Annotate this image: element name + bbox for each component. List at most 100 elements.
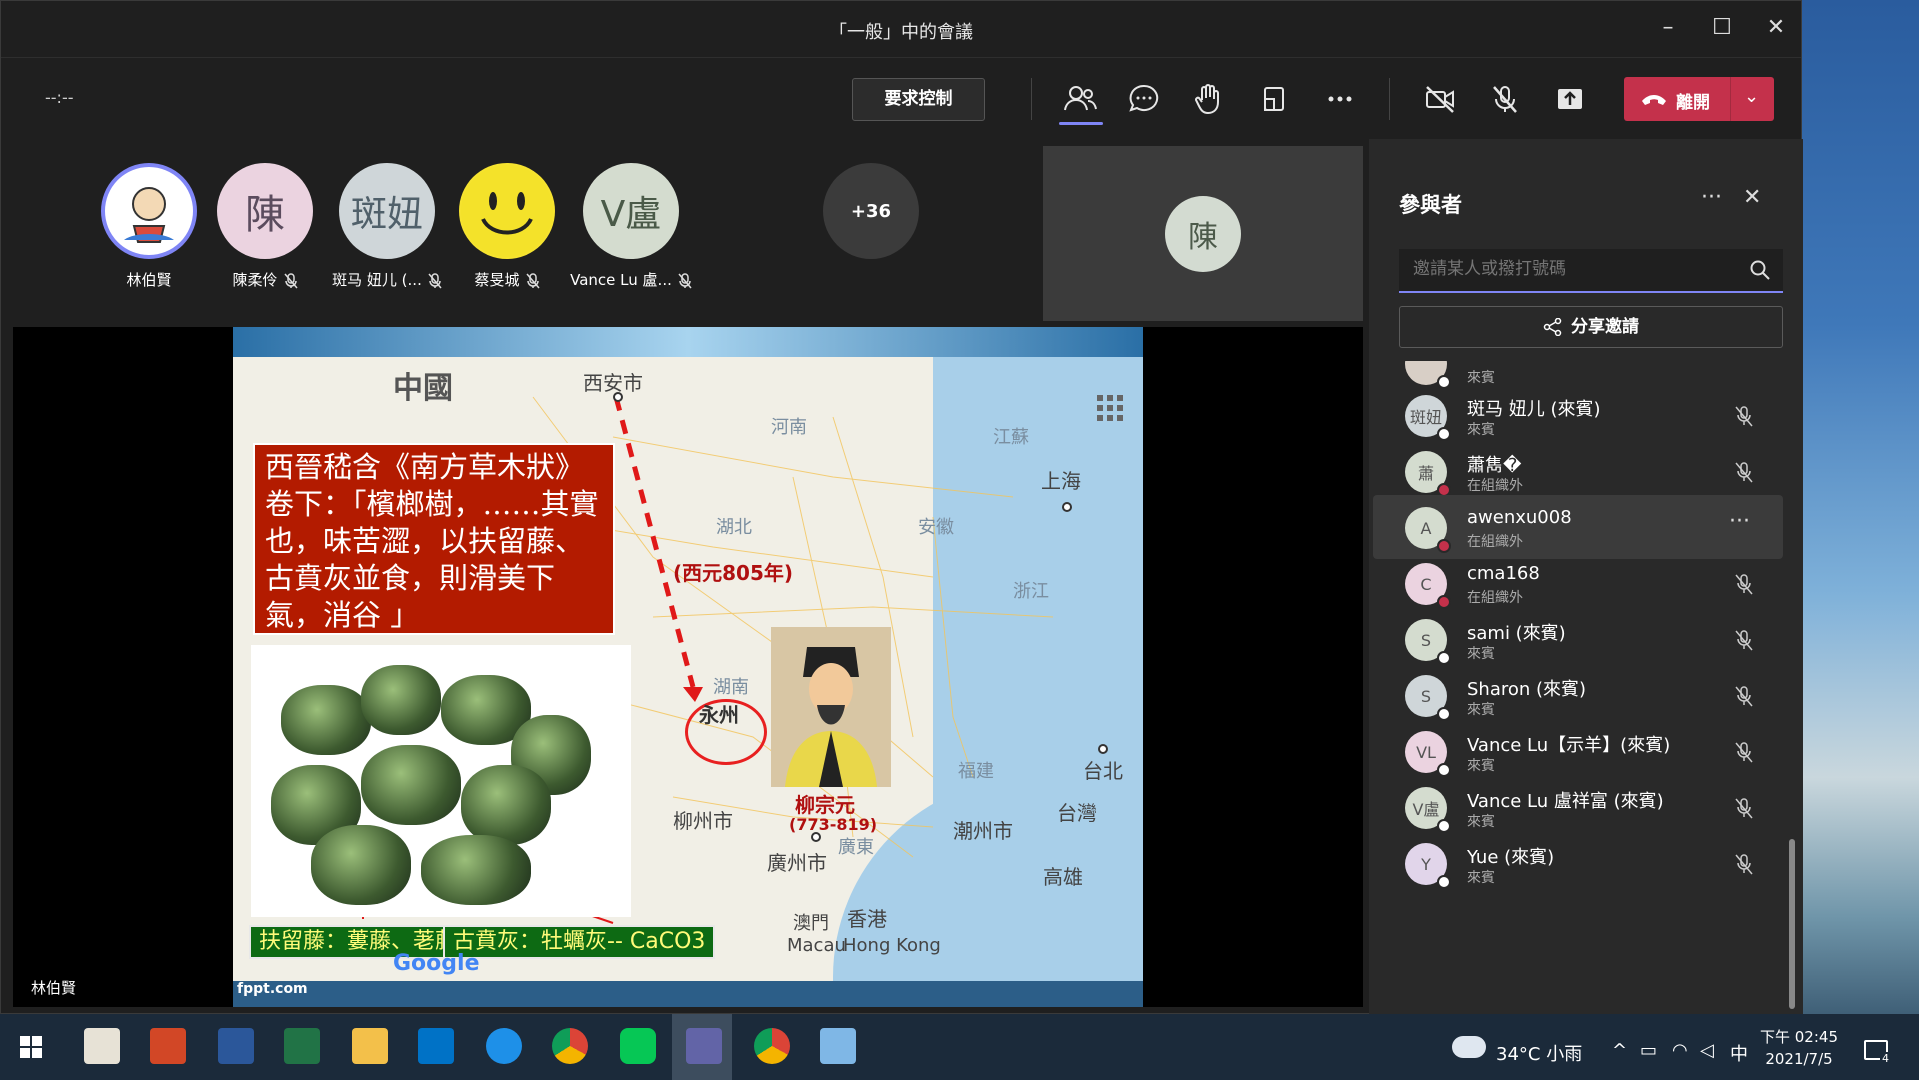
share-screen-icon[interactable]	[1551, 80, 1589, 118]
request-control-button[interactable]: 要求控制	[852, 78, 985, 121]
chevron-up-icon[interactable]: ^	[1612, 1040, 1627, 1061]
map-label: Hong Kong	[843, 935, 941, 956]
share-invite-button[interactable]: 分享邀請	[1399, 306, 1783, 348]
chrome-icon[interactable]	[552, 1028, 588, 1064]
list-item[interactable]: 斑妞 斑马 妞儿 (來賓) 來賓	[1373, 383, 1783, 447]
weather-icon	[1452, 1036, 1486, 1058]
map-label: 河南	[771, 417, 807, 438]
chevron-down-icon[interactable]: ⌄	[1744, 86, 1759, 107]
map-label: 浙江	[1013, 581, 1049, 602]
participant-role: 在組織外	[1467, 590, 1523, 606]
map-label: 江蘇	[993, 427, 1029, 448]
avatar	[101, 163, 197, 259]
volume-icon[interactable]: ◁	[1700, 1040, 1714, 1061]
map-image: 中國 西安市 河南 江蘇 上海 湖北 安徽 浙江 (西元805年) 湖南 永州 …	[233, 357, 1143, 981]
more-options-icon[interactable]: ···	[1729, 509, 1750, 534]
participant-strip: 林伯賢 陳 陳柔伶 斑妞 斑马 妞儿 (... 蔡旻城 V盧 Vance Lu …	[1, 139, 1041, 327]
participants-active-indicator	[1059, 122, 1103, 125]
presenter-name: 林伯賢	[31, 979, 77, 997]
mic-off-icon	[1735, 798, 1753, 819]
participant-name: cma168	[1467, 563, 1540, 584]
app-icon-tool[interactable]	[84, 1028, 120, 1064]
quote-box: 西晉嵇含《南方草木狀》卷下：「檳榔樹，……其實也，味苦澀，以扶留藤、古賁灰並食，…	[253, 443, 615, 635]
list-item[interactable]: S sami (來賓) 來賓	[1373, 607, 1783, 671]
close-window-button[interactable]: ✕	[1761, 13, 1791, 43]
line-icon[interactable]	[620, 1028, 656, 1064]
list-item[interactable]: V盧 Vance Lu 盧祥富 (來賓) 來賓	[1373, 775, 1783, 839]
map-label: 潮州市	[953, 819, 1013, 843]
participants-panel: 參與者 ··· ✕ 分享邀請 來賓 斑妞 斑马 妞儿 (來賓) 來賓	[1369, 139, 1803, 1015]
list-item[interactable]: VL Vance Lu【示羊】(來賓) 來賓	[1373, 719, 1783, 783]
powerpoint-icon[interactable]	[150, 1028, 186, 1064]
share-icon	[1543, 317, 1562, 337]
participant-role: 來賓	[1467, 702, 1495, 718]
meeting-timer: --:--	[45, 88, 74, 107]
participant-name: awenxu008	[1467, 507, 1572, 528]
more-options-icon[interactable]: ···	[1701, 185, 1722, 210]
slide-footer-text: fppt.com	[237, 981, 308, 997]
strip-participant[interactable]: 陳 陳柔伶	[195, 163, 335, 290]
strip-participant[interactable]: 斑妞 斑马 妞儿 (...	[317, 163, 457, 290]
app-icon-generic[interactable]	[820, 1028, 856, 1064]
invite-search-box[interactable]	[1399, 249, 1783, 293]
close-icon[interactable]: ✕	[1743, 185, 1761, 210]
more-participants-button[interactable]: +36	[823, 163, 919, 259]
map-label: 廣州市	[767, 851, 827, 875]
strip-participant[interactable]: V盧 Vance Lu 盧...	[561, 163, 701, 290]
betel-nut-photo	[251, 645, 631, 917]
list-item[interactable]: S Sharon (來賓) 來賓	[1373, 663, 1783, 727]
clock-date: 2021/7/5	[1765, 1050, 1833, 1068]
mic-off-icon	[1735, 742, 1753, 763]
network-icon[interactable]: ◠	[1672, 1040, 1688, 1061]
map-label: 安徽	[918, 517, 954, 538]
slide-header-band	[233, 327, 1143, 357]
panel-scrollbar[interactable]	[1789, 839, 1795, 1009]
invite-search-input[interactable]	[1413, 259, 1733, 279]
cartoon-avatar-icon	[124, 187, 174, 243]
raise-hand-icon[interactable]	[1190, 80, 1228, 118]
map-label: 中國	[393, 371, 453, 406]
more-actions-icon[interactable]	[1321, 80, 1359, 118]
shared-content-stage: 中國 西安市 河南 江蘇 上海 湖北 安徽 浙江 (西元805年) 湖南 永州 …	[13, 327, 1363, 1007]
excel-icon[interactable]	[284, 1028, 320, 1064]
file-explorer-icon[interactable]	[352, 1028, 388, 1064]
map-label: (773-819)	[789, 815, 878, 834]
participant-name: sami (來賓)	[1467, 623, 1566, 644]
taskbar-clock[interactable]: 下午 02:45 2021/7/5	[1760, 1026, 1838, 1070]
maximize-button[interactable]: ☐	[1707, 13, 1737, 43]
teams-icon[interactable]	[686, 1028, 722, 1064]
participant-name: 陳柔伶	[232, 271, 278, 289]
list-item[interactable]: C cma168 在組織外	[1373, 551, 1783, 615]
internet-explorer-icon[interactable]	[486, 1028, 522, 1064]
participant-name: 蔡旻城	[474, 271, 520, 289]
search-icon[interactable]	[1749, 259, 1771, 281]
map-label: 廣東	[838, 837, 874, 858]
rooms-icon[interactable]	[1255, 80, 1293, 118]
list-item[interactable]: Y Yue (來賓) 來賓	[1373, 831, 1783, 895]
participants-icon[interactable]	[1061, 80, 1099, 118]
self-video-tile[interactable]: 陳	[1043, 146, 1363, 321]
participant-name: Sharon (來賓)	[1467, 679, 1587, 700]
weather-text[interactable]: 34°C 小雨	[1496, 1040, 1582, 1066]
participant-role: 來賓	[1467, 814, 1495, 830]
mic-off-icon	[1735, 630, 1753, 651]
chat-icon[interactable]	[1125, 80, 1163, 118]
camera-off-icon[interactable]	[1421, 80, 1459, 118]
chrome-icon[interactable]	[754, 1028, 790, 1064]
leave-button[interactable]: 離開 ⌄	[1624, 77, 1774, 121]
map-label: 永州	[699, 703, 739, 727]
strip-participant[interactable]: 蔡旻城	[437, 163, 577, 290]
mic-off-icon[interactable]	[1486, 80, 1524, 118]
list-item[interactable]: A awenxu008 在組織外 ···	[1373, 495, 1783, 559]
mic-off-icon	[1735, 854, 1753, 875]
participant-role: 來賓	[1467, 870, 1495, 886]
participant-name: Yue (來賓)	[1467, 847, 1555, 868]
minimize-button[interactable]: –	[1653, 13, 1683, 43]
outlook-icon[interactable]	[418, 1028, 454, 1064]
list-item[interactable]: 蕭 蕭雋� 在組織外	[1373, 439, 1783, 503]
ime-indicator[interactable]: 中	[1730, 1040, 1748, 1066]
windows-start-icon[interactable]	[20, 1036, 42, 1058]
word-icon[interactable]	[218, 1028, 254, 1064]
map-label: 柳宗元	[795, 793, 855, 817]
battery-icon[interactable]: ▭	[1640, 1040, 1657, 1061]
